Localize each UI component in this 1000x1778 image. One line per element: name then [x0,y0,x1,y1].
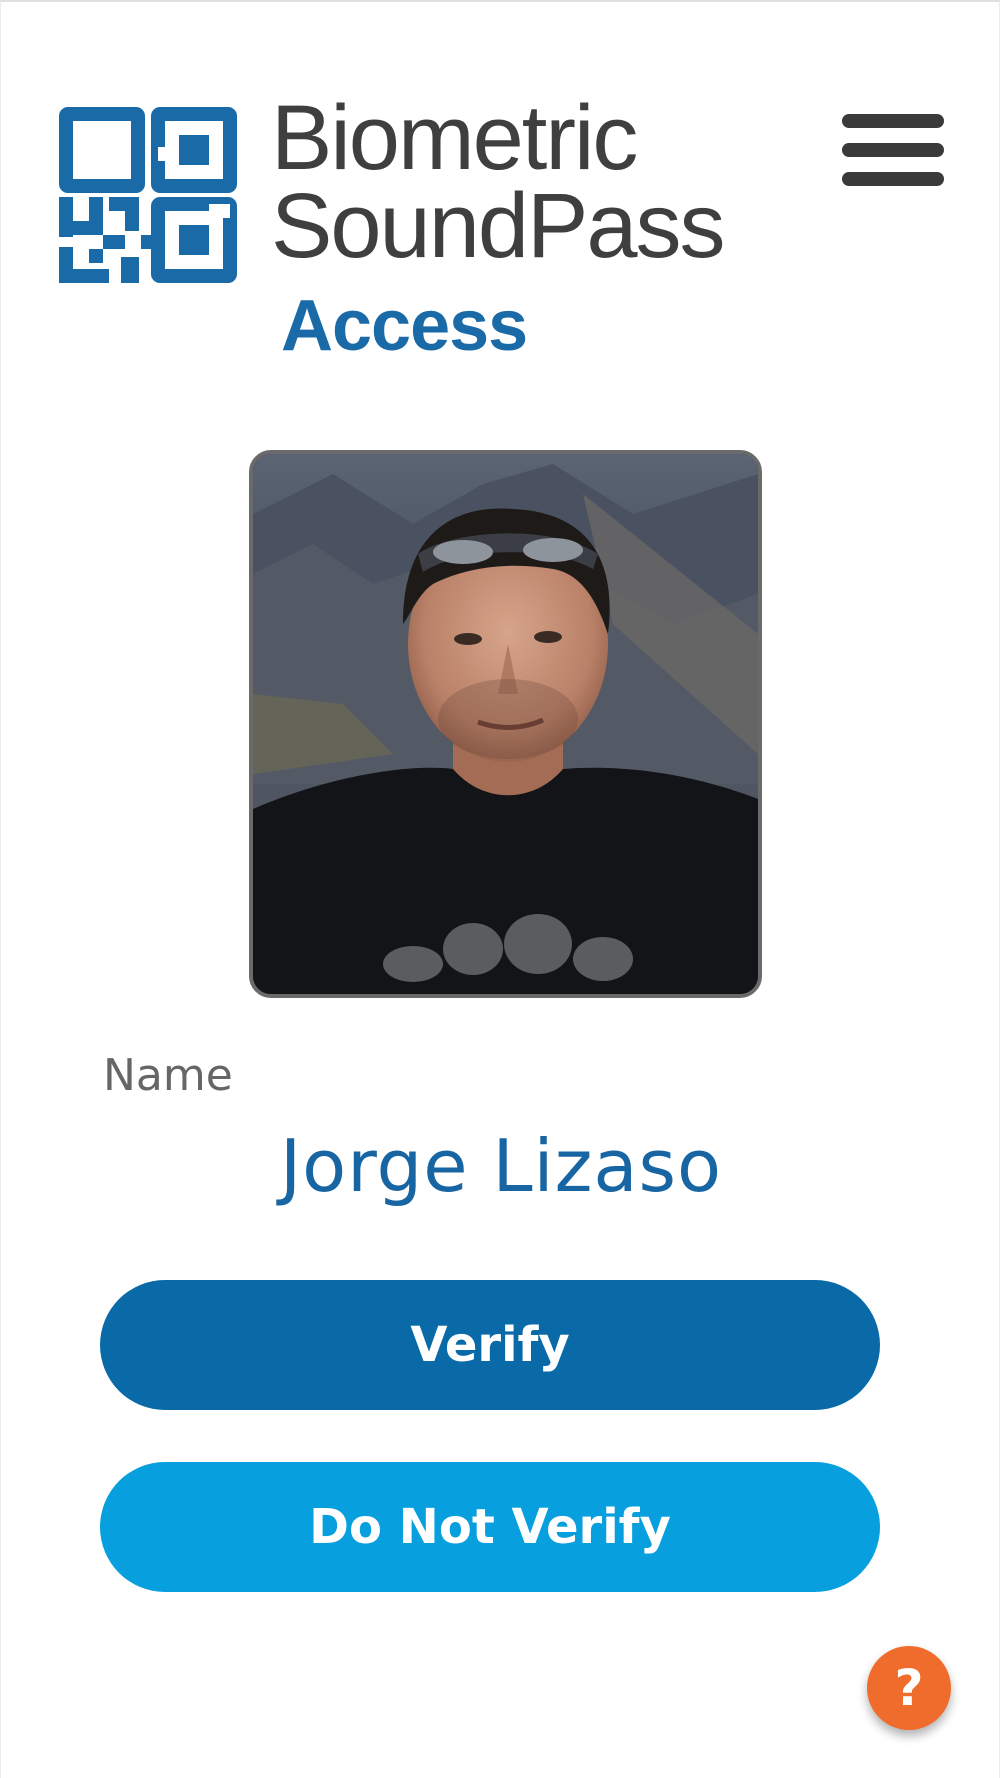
hamburger-menu-icon[interactable] [839,110,947,190]
brand-access-label: Access [281,286,528,366]
menu-bar [842,172,944,186]
brand-line-2: SoundPass [271,175,726,277]
name-value: Jorge Lizaso [279,1124,723,1208]
do-not-verify-button[interactable]: Do Not Verify [100,1462,880,1592]
brand-name: Biometric SoundPass [271,87,726,277]
profile-photo [249,450,762,998]
verify-button[interactable]: Verify [100,1280,880,1410]
brand-line-1: Biometric [271,87,638,189]
app-screen: Biometric SoundPass Access Name Jorge Li… [0,0,1000,1778]
menu-bar [842,114,944,128]
menu-bar [842,143,944,157]
name-label: Name [103,1050,233,1101]
qr-code-logo-icon [59,107,237,283]
help-icon[interactable]: ? [867,1646,951,1730]
